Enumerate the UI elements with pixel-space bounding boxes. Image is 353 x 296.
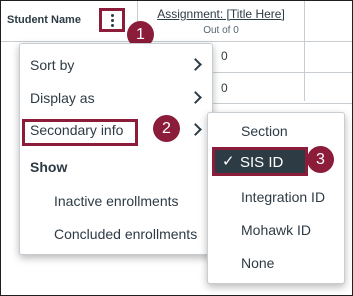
secondary-info-submenu: Section ✓ SIS ID Integration ID Mohawk I…	[207, 112, 345, 284]
column-options-kebab-icon[interactable]	[99, 8, 125, 32]
submenu-item-none[interactable]: None	[208, 249, 344, 279]
submenu-item-label: None	[241, 255, 275, 271]
column-options-menu: Sort by Display as Secondary info Show I…	[19, 43, 213, 255]
grade-cell[interactable]: 0	[221, 81, 228, 95]
submenu-item-label: Integration ID	[241, 189, 326, 205]
callout-badge-2: 2	[153, 115, 180, 142]
menu-item-label: Sort by	[30, 57, 75, 73]
menu-item-label: Display as	[30, 90, 95, 106]
submenu-item-label: Section	[241, 123, 288, 139]
next-column-header	[305, 1, 352, 42]
menu-item-sort-by[interactable]: Sort by	[20, 51, 212, 81]
chevron-right-icon	[189, 91, 202, 104]
grade-cell[interactable]: 0	[221, 49, 228, 63]
submenu-item-integration-id[interactable]: Integration ID	[208, 183, 344, 213]
menu-item-secondary-info[interactable]: Secondary info	[20, 116, 212, 146]
menu-item-display-as[interactable]: Display as	[20, 84, 212, 114]
assignment-points: Out of 0	[203, 25, 239, 36]
callout-badge-3: 3	[307, 146, 334, 173]
submenu-item-label: Mohawk ID	[241, 222, 312, 238]
submenu-item-sis-id[interactable]: ✓ SIS ID	[212, 147, 308, 176]
menu-item-concluded-enrollments[interactable]: Concluded enrollments	[54, 226, 197, 242]
submenu-item-label: SIS ID	[240, 154, 284, 171]
student-name-header-label: Student Name	[7, 14, 81, 26]
submenu-item-section[interactable]: Section	[208, 117, 344, 147]
menu-item-label: Secondary info	[30, 122, 124, 138]
menu-item-inactive-enrollments[interactable]: Inactive enrollments	[54, 193, 179, 209]
assignment-column-header[interactable]: Assignment: [Title Here] Out of 0	[138, 1, 305, 42]
checkmark-icon: ✓	[222, 153, 235, 170]
show-section-heading: Show	[30, 159, 68, 175]
assignment-title-link[interactable]: Assignment: [Title Here]	[138, 7, 304, 21]
gradebook-window: Student Name Assignment: [Title Here] Ou…	[0, 0, 353, 296]
chevron-right-icon	[189, 123, 202, 136]
chevron-right-icon	[189, 58, 202, 71]
student-name-column-header[interactable]: Student Name	[1, 1, 138, 42]
submenu-item-mohawk-id[interactable]: Mohawk ID	[208, 216, 344, 246]
